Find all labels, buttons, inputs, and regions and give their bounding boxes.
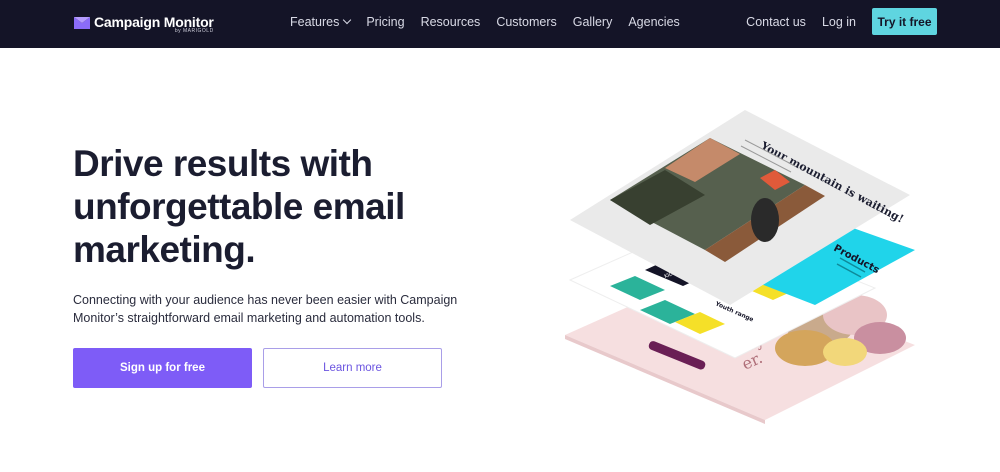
top-nav: Campaign Monitor by MARIGOLD Features Pr… (0, 0, 1000, 48)
menu-item-pricing[interactable]: Pricing (366, 15, 404, 29)
brand-logo[interactable]: Campaign Monitor by MARIGOLD (74, 14, 214, 34)
contact-link[interactable]: Contact us (746, 15, 806, 29)
brand-subtitle: by MARIGOLD (174, 28, 214, 34)
menu-item-label: Resources (420, 15, 481, 29)
login-link[interactable]: Log in (822, 15, 856, 29)
menu-item-features[interactable]: Features (290, 15, 352, 29)
menu-item-gallery[interactable]: Gallery (573, 15, 613, 29)
chevron-down-icon (343, 15, 352, 25)
menu-item-label: Agencies (628, 15, 680, 29)
menu-item-agencies[interactable]: Agencies (628, 15, 679, 29)
menu-item-label: Customers (496, 15, 557, 29)
learn-more-button[interactable]: Learn more (263, 348, 442, 388)
logo-envelope-icon (74, 17, 90, 29)
main-menu: Features Pricing Resources Customers Gal… (290, 15, 696, 29)
hero-headline: Drive results with unforgettable email m… (73, 143, 405, 270)
email-stack-illustration: er. day KIDS Youth range Products Your m (565, 110, 915, 424)
menu-item-label: Gallery (572, 15, 613, 29)
signup-button[interactable]: Sign up for free (73, 348, 252, 388)
try-free-button[interactable]: Try it free (872, 8, 937, 35)
menu-item-customers[interactable]: Customers (496, 15, 556, 29)
menu-item-resources[interactable]: Resources (421, 15, 481, 29)
hero-subtext: Connecting with your audience has never … (73, 293, 458, 325)
menu-item-label: Features (290, 15, 340, 29)
nav-actions: Contact us Log in Try it free (746, 8, 937, 35)
menu-item-label: Pricing (366, 15, 405, 29)
